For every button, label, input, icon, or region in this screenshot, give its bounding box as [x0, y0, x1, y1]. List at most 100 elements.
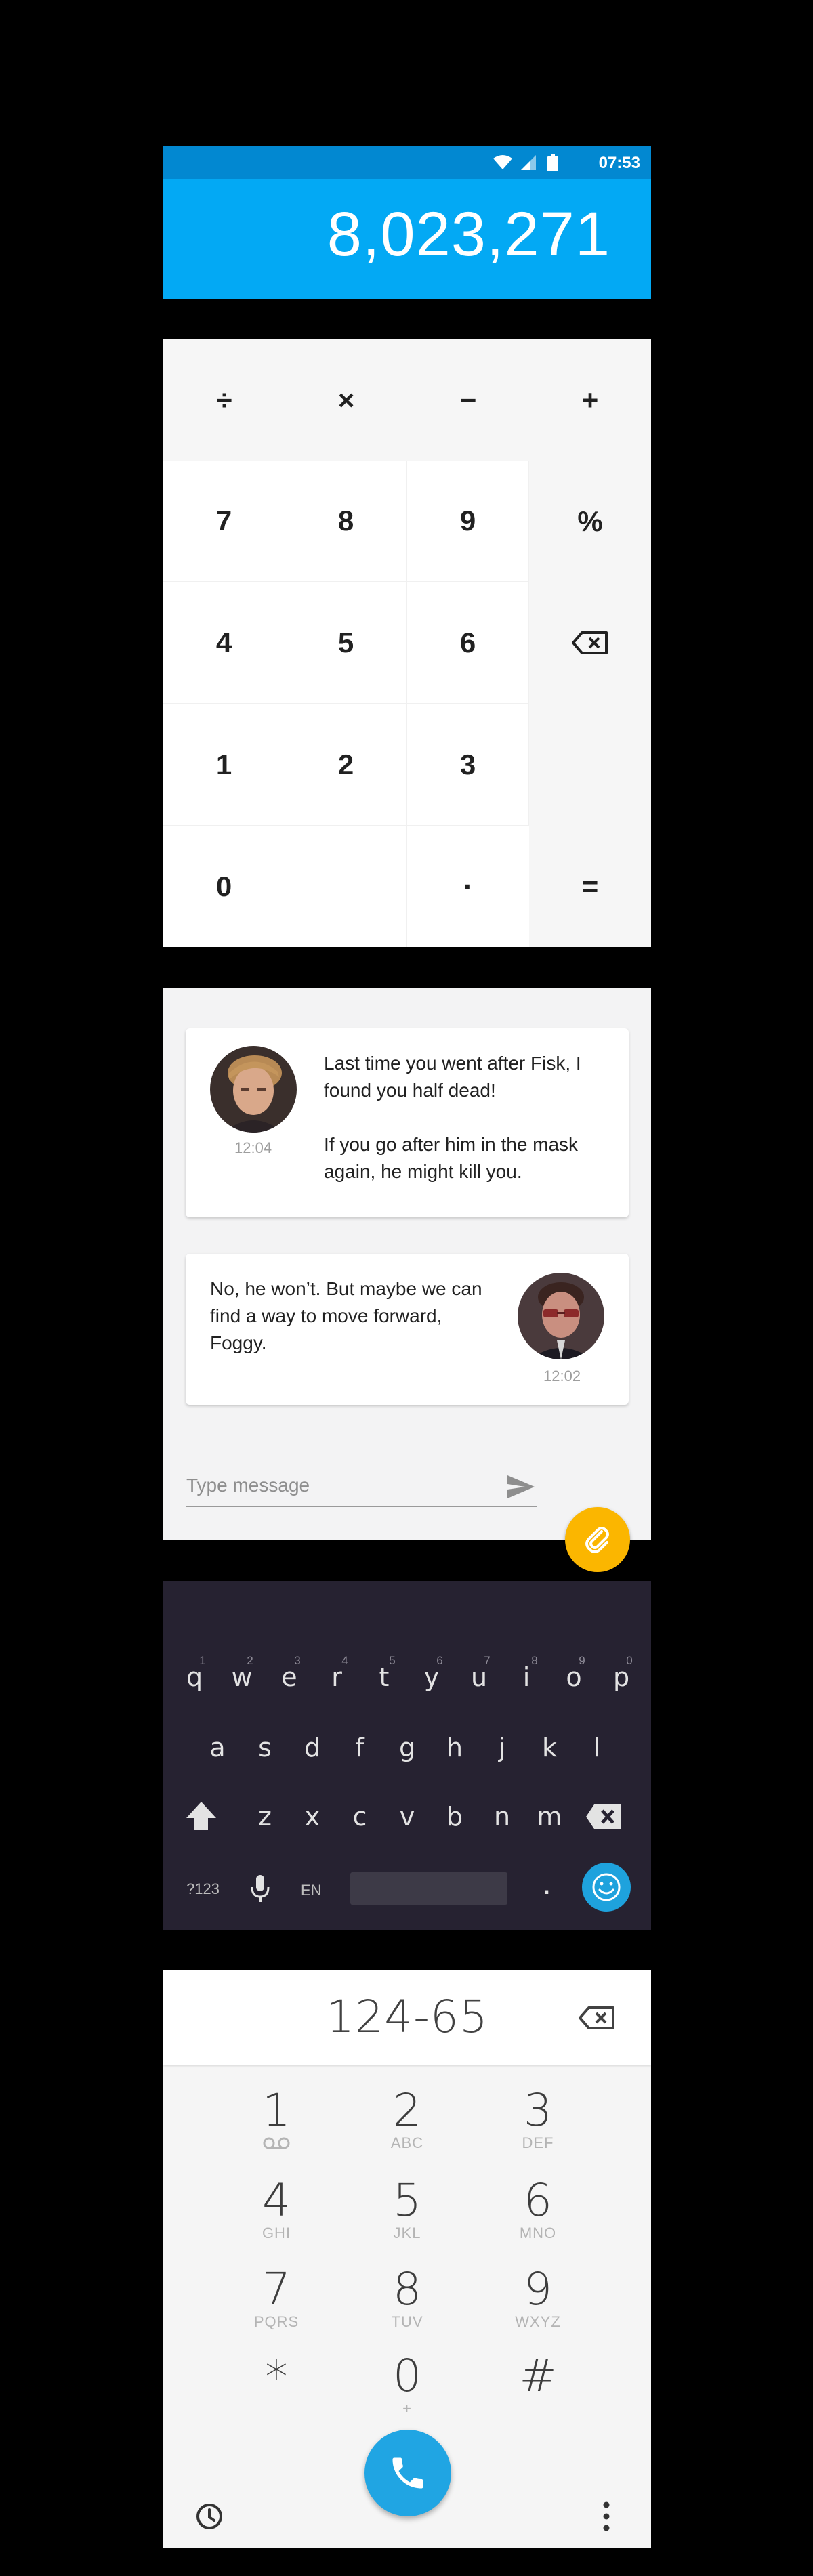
more-vertical-icon [603, 2501, 610, 2531]
avatar [518, 1273, 604, 1359]
key-r[interactable]: r [316, 1662, 357, 1692]
digit-8-button[interactable]: 8 [285, 461, 407, 582]
message-text: Last time you went after Fisk, I found y… [324, 1053, 581, 1182]
dial-key-3[interactable]: 3 DEF [484, 2086, 592, 2151]
backspace-icon [572, 631, 608, 654]
dial-key-hash[interactable]: # [484, 2351, 592, 2401]
call-history-button[interactable] [194, 2501, 224, 2531]
phone-icon [392, 2457, 423, 2489]
status-bar: 07:53 [163, 146, 651, 179]
send-button[interactable] [506, 1474, 536, 1500]
period-key[interactable]: . [526, 1867, 567, 1901]
key-o[interactable]: o [554, 1662, 594, 1692]
message-time: 12:04 [234, 1139, 272, 1156]
emoji-key[interactable] [582, 1863, 631, 1912]
keyboard-backspace-key[interactable] [585, 1803, 623, 1830]
message-input[interactable] [186, 1475, 525, 1496]
key-a[interactable]: a [197, 1733, 238, 1762]
person-avatar-icon [518, 1273, 604, 1359]
key-y[interactable]: y [411, 1662, 452, 1692]
key-e[interactable]: e [269, 1662, 310, 1692]
key-u[interactable]: u [459, 1662, 499, 1692]
status-time: 07:53 [598, 154, 640, 172]
signal-icon [521, 155, 536, 170]
key-x[interactable]: x [292, 1802, 333, 1832]
dial-key-0[interactable]: 0 + [353, 2351, 461, 2416]
microphone-icon [251, 1875, 270, 1902]
key-h[interactable]: h [434, 1733, 475, 1762]
key-v[interactable]: v [387, 1802, 428, 1832]
space-key[interactable] [350, 1872, 507, 1905]
key-f[interactable]: f [339, 1733, 380, 1762]
call-button[interactable] [364, 2430, 451, 2516]
multiply-button[interactable]: × [285, 339, 407, 461]
backspace-icon [586, 1804, 621, 1829]
divide-button[interactable]: ÷ [163, 339, 285, 461]
key-p[interactable]: p [601, 1662, 642, 1692]
digit-2-button[interactable]: 2 [285, 704, 407, 826]
key-l[interactable]: l [577, 1733, 617, 1762]
digit-0-button[interactable]: 0 [163, 826, 285, 947]
key-s[interactable]: s [245, 1733, 285, 1762]
key-w[interactable]: w [222, 1662, 262, 1692]
battery-icon [547, 154, 558, 171]
dial-key-2[interactable]: 2 ABC [353, 2086, 461, 2151]
digit-6-button[interactable]: 6 [407, 582, 529, 704]
key-t[interactable]: t [364, 1662, 404, 1692]
voice-input-key[interactable] [250, 1874, 270, 1903]
digit-1-button[interactable]: 1 [163, 704, 285, 826]
add-button[interactable]: + [529, 339, 651, 461]
dial-key-9[interactable]: 9 WXYZ [484, 2264, 592, 2329]
dialer-header: 124-65 [163, 1970, 651, 2065]
message-card-incoming[interactable]: 12:04 Last time you went after Fisk, I f… [186, 1028, 629, 1217]
key-z[interactable]: z [245, 1802, 285, 1832]
subtract-button[interactable]: − [407, 339, 529, 461]
equals-button[interactable]: = [529, 826, 651, 947]
message-card-outgoing[interactable]: No, he won’t. But maybe we can find a wa… [186, 1254, 629, 1405]
key-g[interactable]: g [387, 1733, 428, 1762]
overflow-menu-button[interactable] [602, 2500, 610, 2533]
shift-icon [186, 1802, 216, 1830]
symbols-key[interactable]: ?123 [186, 1880, 220, 1898]
wifi-icon [493, 155, 512, 169]
calculator-keypad: ÷ × − + 7 8 9 % 4 5 6 1 2 3 0 · = [163, 339, 651, 947]
dial-key-7[interactable]: 7 PQRS [222, 2264, 331, 2329]
dial-key-1[interactable]: 1 [222, 2086, 331, 2154]
key-i[interactable]: i [506, 1662, 547, 1692]
person-avatar-icon [210, 1046, 297, 1133]
message-time: 12:02 [543, 1368, 581, 1385]
input-underline [186, 1506, 537, 1507]
digit-4-button[interactable]: 4 [163, 582, 285, 704]
voicemail-icon [263, 2137, 290, 2149]
language-key[interactable]: EN [301, 1882, 322, 1899]
digit-5-button[interactable]: 5 [285, 582, 407, 704]
send-icon [507, 1475, 535, 1498]
digit-7-button[interactable]: 7 [163, 461, 285, 582]
empty-key [285, 826, 407, 947]
key-c[interactable]: c [339, 1802, 380, 1832]
dial-key-star[interactable]: * [222, 2352, 331, 2403]
shift-key[interactable] [184, 1799, 219, 1834]
chat-screen: 12:04 Last time you went after Fisk, I f… [163, 988, 651, 1572]
key-b[interactable]: b [434, 1802, 475, 1832]
percent-button[interactable]: % [529, 461, 651, 582]
dial-key-8[interactable]: 8 TUV [353, 2264, 461, 2329]
backspace-icon [579, 2006, 614, 2029]
attach-button[interactable] [565, 1507, 630, 1572]
dial-key-6[interactable]: 6 MNO [484, 2176, 592, 2241]
dial-key-4[interactable]: 4 GHI [222, 2176, 331, 2241]
digit-9-button[interactable]: 9 [407, 461, 529, 582]
calculator-result: 8,023,271 [327, 200, 610, 269]
key-m[interactable]: m [529, 1802, 570, 1832]
key-d[interactable]: d [292, 1733, 333, 1762]
dialer-backspace-button[interactable] [578, 2006, 616, 2030]
key-n[interactable]: n [482, 1802, 522, 1832]
dial-key-5[interactable]: 5 JKL [353, 2176, 461, 2241]
decimal-point-button[interactable]: · [407, 826, 529, 947]
keyboard: 1 2 3 4 5 6 7 8 9 0 q w e r t y u i o p … [163, 1581, 651, 1930]
digit-3-button[interactable]: 3 [407, 704, 529, 826]
key-k[interactable]: k [529, 1733, 570, 1762]
backspace-button[interactable] [529, 582, 651, 704]
key-j[interactable]: j [482, 1733, 522, 1762]
key-q[interactable]: q [174, 1662, 215, 1692]
